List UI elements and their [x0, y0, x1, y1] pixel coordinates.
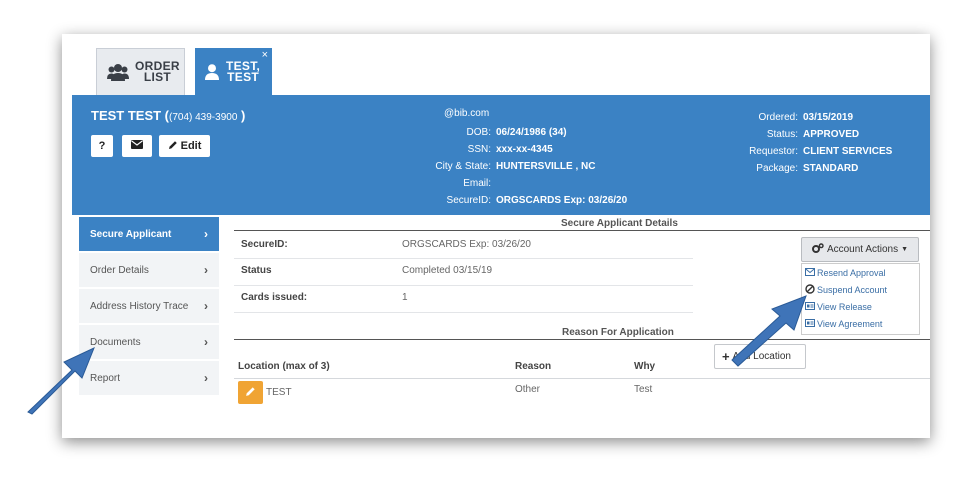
account-actions-menu: Resend Approval Suspend Account View Rel… [801, 263, 920, 335]
details-section-title: Secure Applicant Details [561, 218, 678, 229]
account-actions-button[interactable]: Account Actions ▼ [801, 237, 919, 262]
chevron-right-icon: › [204, 263, 208, 277]
status-label: Status: [766, 129, 798, 140]
applicant-phone: (704) 439-3900 [169, 112, 238, 123]
chevron-right-icon: › [204, 299, 208, 313]
gears-icon [811, 243, 824, 256]
cards-issued-label: Cards issued: [241, 292, 308, 303]
account-actions-label: Account Actions [826, 244, 899, 255]
menu-item-label: Resend Approval [817, 267, 886, 278]
caret-down-icon: ▼ [901, 246, 909, 253]
table-header-divider [234, 378, 930, 379]
sidebar-item-documents[interactable]: Documents › [79, 325, 219, 359]
applicant-email: @bib.com [444, 108, 490, 119]
users-icon [107, 63, 129, 81]
menu-item-view-agreement[interactable]: View Agreement [802, 315, 919, 332]
pencil-icon [168, 140, 178, 153]
chevron-right-icon: › [204, 371, 208, 385]
why-cell: Test [634, 384, 653, 395]
user-icon [204, 64, 220, 80]
secureid-label: SecureID: [446, 195, 491, 206]
envelope-icon [131, 140, 143, 152]
edit-button[interactable]: Edit [159, 135, 210, 157]
row-divider [234, 312, 693, 313]
menu-item-label: View Agreement [817, 318, 883, 329]
requestor-label: Requestor: [749, 146, 798, 157]
requestor-value: CLIENT SERVICES [803, 146, 893, 157]
cards-issued-value: 1 [402, 292, 408, 303]
city-state-label: City & State: [435, 161, 491, 172]
sidebar-item-report[interactable]: Report › [79, 361, 219, 395]
menu-item-suspend-account[interactable]: Suspend Account [802, 281, 919, 298]
row-divider [234, 285, 693, 286]
column-header-location: Location (max of 3) [238, 361, 330, 372]
chevron-right-icon: › [204, 335, 208, 349]
ssn-value: xxx-xx-4345 [496, 144, 553, 155]
email-label: Email: [463, 178, 491, 189]
tab-order-list-label: ORDER LIST [135, 59, 180, 84]
sidebar: Secure Applicant › Order Details › Addre… [79, 217, 219, 397]
sidebar-item-order-details[interactable]: Order Details › [79, 253, 219, 287]
sidebar-item-label: Order Details [90, 264, 149, 276]
applicant-name: TEST TEST ((704) 439-3900 ) [91, 108, 246, 123]
package-value: STANDARD [803, 163, 859, 174]
location-cell: TEST [266, 387, 292, 398]
dob-value: 06/24/1986 (34) [496, 127, 567, 138]
menu-item-resend-approval[interactable]: Resend Approval [802, 264, 919, 281]
section-divider [234, 230, 930, 231]
secureid-row-label: SecureID: [241, 239, 288, 250]
secureid-row-value: ORGSCARDS Exp: 03/26/20 [402, 239, 531, 250]
row-divider [234, 258, 693, 259]
menu-item-view-release[interactable]: View Release [802, 298, 919, 315]
ordered-label: Ordered: [758, 112, 798, 123]
city-state-value: HUNTERSVILLE , NC [496, 161, 596, 172]
reason-cell: Other [515, 384, 541, 395]
edit-location-button[interactable] [238, 381, 263, 404]
package-label: Package: [756, 163, 798, 174]
applicant-header: TEST TEST ((704) 439-3900 ) ? Edit @bib.… [72, 95, 930, 215]
tab-applicant-label: TEST, TEST [226, 59, 261, 84]
dob-label: DOB: [466, 127, 491, 138]
app-window: ORDER LIST TEST, TEST × TEST TEST ((704) 4… [62, 34, 930, 438]
secureid-value: ORGSCARDS Exp: 03/26/20 [496, 195, 628, 206]
sidebar-item-label: Secure Applicant [90, 228, 172, 240]
order-info: Ordered: 03/15/2019 Status: APPROVED Reque… [698, 109, 892, 177]
annotation-arrow-left [27, 347, 95, 415]
tab-applicant[interactable]: TEST, TEST × [195, 48, 272, 95]
column-header-reason: Reason [515, 361, 552, 372]
help-button[interactable]: ? [91, 135, 113, 157]
tab-close-icon[interactable]: × [262, 50, 268, 61]
status-value: APPROVED [803, 129, 860, 140]
help-button-label: ? [98, 140, 106, 152]
applicant-info: DOB: 06/24/1986 (34) SSN: xxx-xx-4345 City… [361, 124, 627, 209]
edit-button-label: Edit [180, 140, 202, 152]
ssn-label: SSN: [467, 144, 491, 155]
menu-item-label: Suspend Account [817, 284, 888, 295]
reason-section-title: Reason For Application [562, 327, 674, 338]
sidebar-item-address-history[interactable]: Address History Trace › [79, 289, 219, 323]
menu-item-label: View Release [817, 301, 872, 312]
column-header-why: Why [634, 361, 656, 372]
pencil-icon [245, 384, 256, 402]
envelope-icon [805, 267, 815, 277]
sidebar-item-secure-applicant[interactable]: Secure Applicant › [79, 217, 219, 251]
section-divider [234, 339, 930, 340]
sidebar-item-label: Address History Trace [90, 300, 189, 312]
tab-order-list[interactable]: ORDER LIST [96, 48, 185, 95]
email-button[interactable] [122, 135, 152, 157]
chevron-right-icon: › [204, 227, 208, 241]
ordered-value: 03/15/2019 [803, 112, 854, 123]
annotation-arrow-right [731, 295, 807, 367]
status-row-value: Completed 03/15/19 [402, 265, 493, 276]
status-row-label: Status [241, 265, 272, 276]
